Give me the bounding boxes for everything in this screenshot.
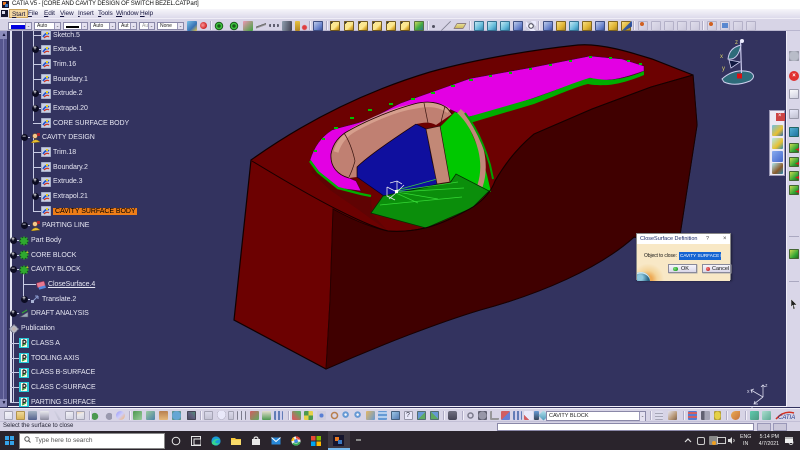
svg-text:z: z	[765, 383, 768, 389]
svg-text:+: +	[26, 250, 29, 256]
svg-text:x: x	[720, 54, 723, 60]
svg-text:x: x	[747, 389, 750, 395]
svg-text:y: y	[722, 66, 725, 72]
svg-text:+: +	[26, 265, 29, 271]
svg-text:z: z	[735, 40, 738, 46]
